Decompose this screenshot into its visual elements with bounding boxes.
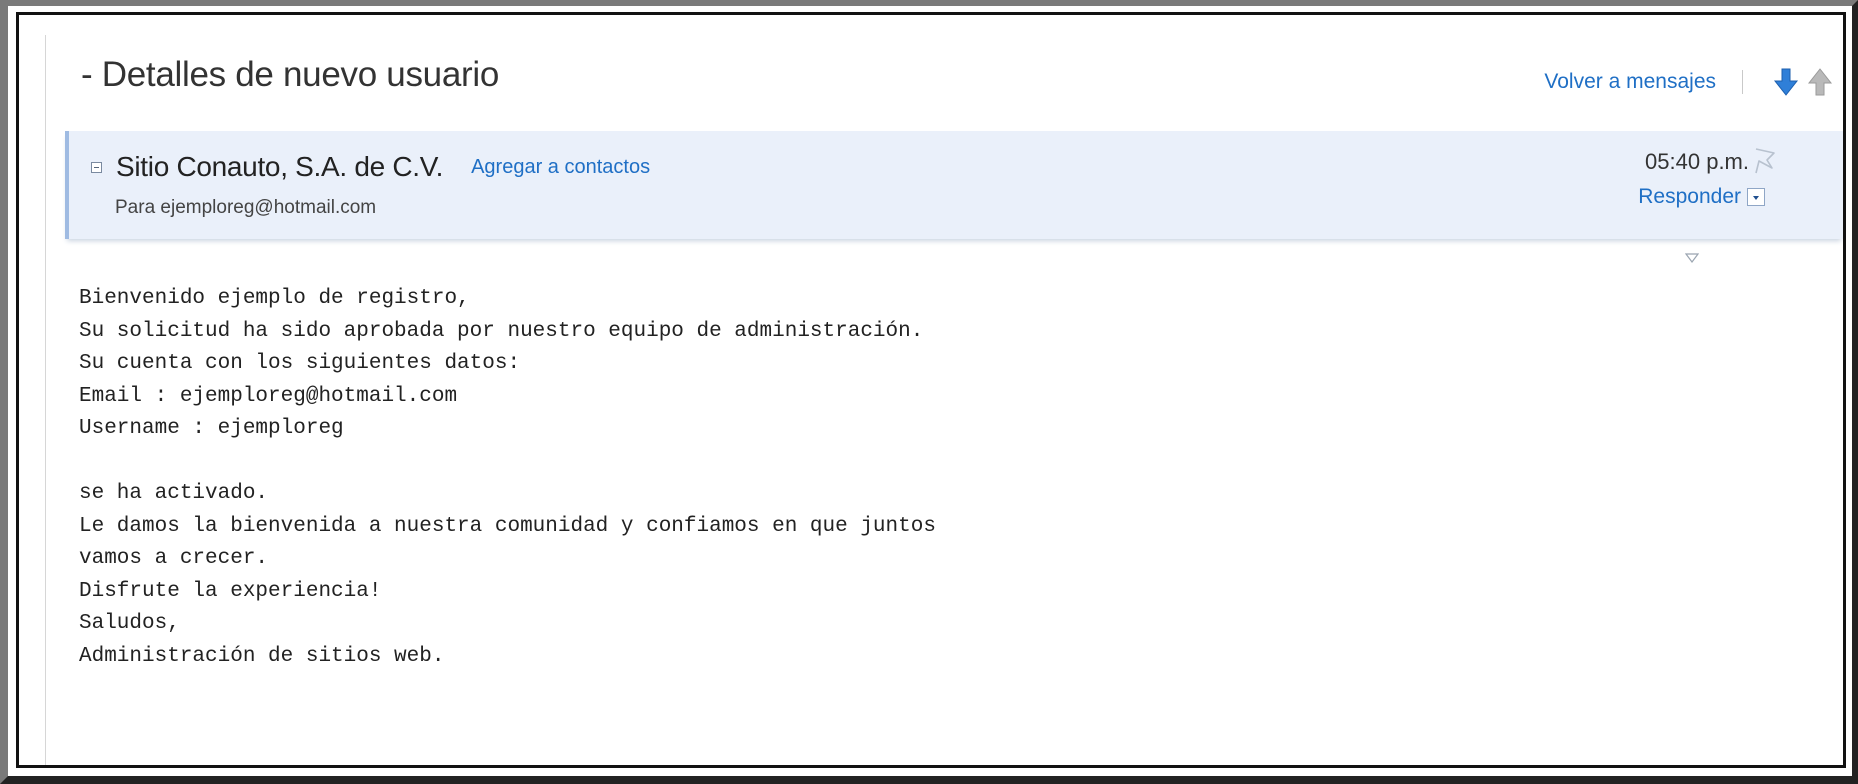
- add-to-contacts-link[interactable]: Agregar a contactos: [471, 156, 650, 179]
- screenshot-frame: - Detalles de nuevo usuario Volver a men…: [0, 0, 1858, 784]
- expand-header-icon[interactable]: [1685, 253, 1699, 263]
- divider: [1742, 70, 1743, 94]
- message-time: 05:40 p.m.: [1645, 149, 1749, 174]
- sender-row: Sitio Conauto, S.A. de C.V. Agregar a co…: [91, 151, 650, 183]
- arrow-down-icon[interactable]: [1773, 67, 1799, 97]
- message-header: Sitio Conauto, S.A. de C.V. Agregar a co…: [65, 131, 1843, 239]
- reply-control: Responder: [1638, 185, 1765, 209]
- message-body-line: Saludos,: [79, 612, 180, 635]
- message-body-line: Su solicitud ha sido aprobada por nuestr…: [79, 319, 924, 343]
- message-body-line: [79, 446, 936, 479]
- page-title: - Detalles de nuevo usuario: [81, 55, 499, 94]
- arrow-up-icon[interactable]: [1807, 67, 1833, 97]
- title-bar: - Detalles de nuevo usuario Volver a men…: [81, 55, 1843, 115]
- sender-name[interactable]: Sitio Conauto, S.A. de C.V.: [116, 151, 443, 183]
- back-to-messages-link[interactable]: Volver a mensajes: [1544, 70, 1716, 94]
- flag-icon[interactable]: [1753, 147, 1777, 175]
- message-body-line: Administración de sitios web.: [79, 644, 445, 668]
- reply-button[interactable]: Responder: [1638, 185, 1741, 209]
- message-body-line: Su cuenta con los siguientes datos:: [79, 352, 521, 375]
- recipient-line: Para ejemploreg@hotmail.com: [115, 197, 377, 218]
- divider: [45, 35, 46, 765]
- reply-options-dropdown[interactable]: [1747, 188, 1765, 206]
- message-body-line: Email : ejemploreg@hotmail.com: [79, 384, 458, 408]
- message-body-line: se ha activado.: [79, 482, 269, 505]
- message-body: Bienvenido ejemplo de registro, Su solici…: [79, 283, 936, 673]
- message-body-line: vamos a crecer.: [79, 547, 269, 570]
- mail-reading-pane: - Detalles de nuevo usuario Volver a men…: [16, 12, 1846, 768]
- message-navigation: Volver a mensajes: [1544, 67, 1833, 97]
- message-body-line: Username : ejemploreg: [79, 417, 344, 440]
- message-body-line: Bienvenido ejemplo de registro,: [79, 287, 470, 310]
- message-body-line: Le damos la bienvenida a nuestra comunid…: [79, 514, 936, 538]
- message-body-line: Disfrute la experiencia!: [79, 579, 382, 603]
- collapse-icon[interactable]: [91, 161, 102, 173]
